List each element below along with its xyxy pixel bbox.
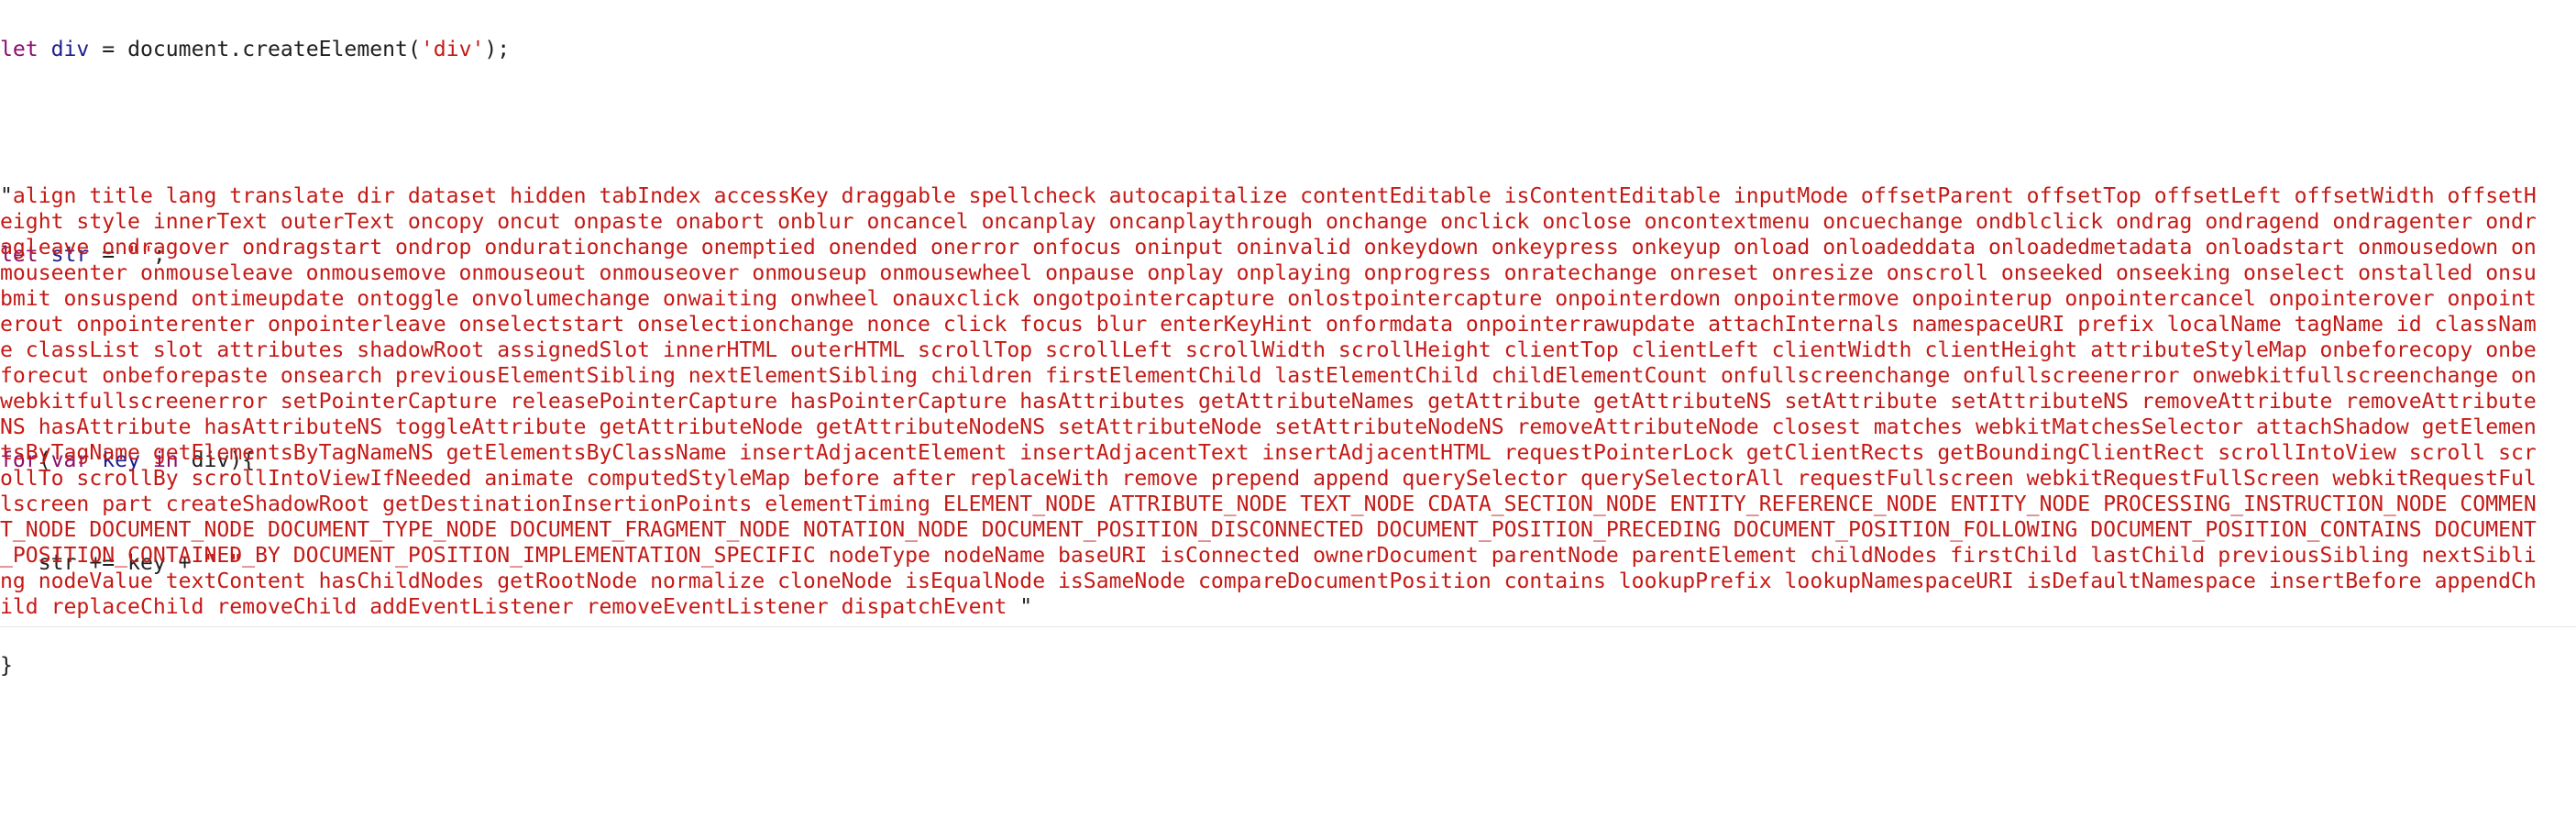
code-line-1: let div = document.createElement('div'); (0, 37, 510, 62)
assign-operator: = (89, 38, 128, 61)
result-open-quote: " (0, 184, 13, 208)
code-line-5: } (0, 653, 510, 679)
function-call: document.createElement( (127, 38, 421, 61)
result-string-value: align title lang translate dir dataset h… (0, 184, 2537, 619)
result-string-output: "align title lang translate dir dataset … (0, 183, 2548, 620)
variable-name: div (38, 38, 90, 61)
result-close-quote: " (1019, 595, 1033, 619)
result-divider (0, 626, 2576, 627)
brace-close: } (0, 654, 13, 678)
keyword-let: let (0, 38, 39, 61)
console-output-panel: let div = document.createElement('div');… (0, 0, 2576, 818)
string-literal: 'div' (420, 38, 485, 61)
statement-end: ); (484, 38, 511, 61)
